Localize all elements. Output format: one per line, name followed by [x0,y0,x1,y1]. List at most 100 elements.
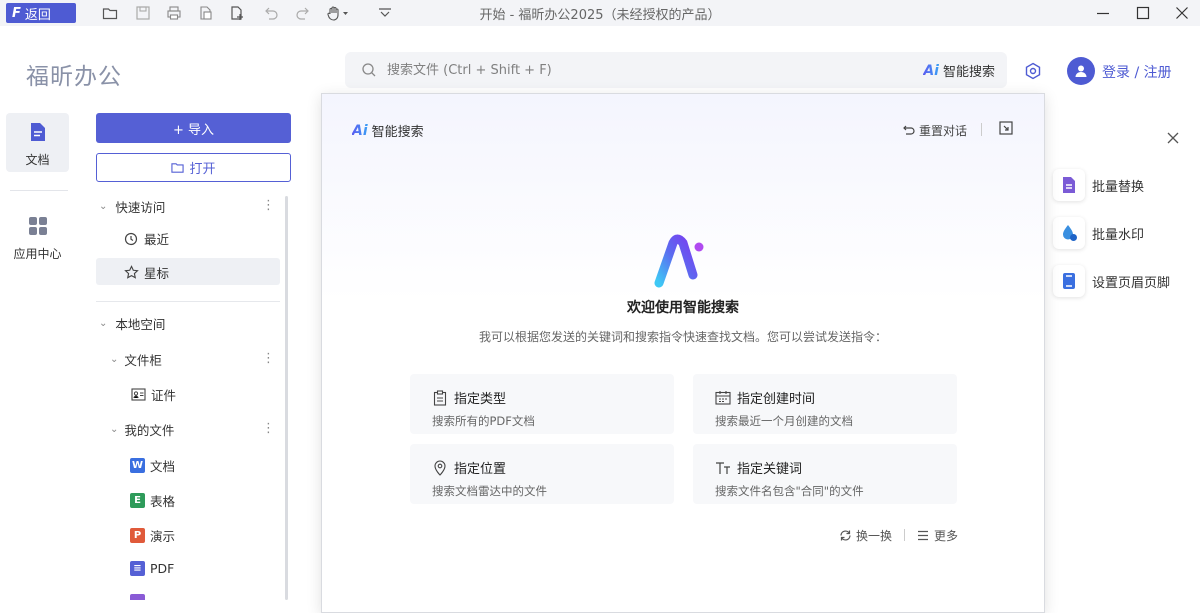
title-bar: F 返回 开始 - 福昕办公2025（未经授权的产品） [0,0,1200,26]
tool-header-footer[interactable]: 设置页眉页脚 [1053,265,1170,297]
id-card-icon [130,387,146,403]
my-files-header[interactable]: ⌄ 我的文件 [110,420,174,439]
more-options-icon[interactable]: ⋮ [262,422,275,435]
chevron-down-icon: ⌄ [99,318,108,329]
close-icon[interactable] [1171,2,1193,24]
chevron-down-icon: ⌄ [110,424,119,435]
hand-tool-icon[interactable] [326,5,350,21]
suggestion-desc: 搜索最近一个月创建的文档 [715,414,853,428]
sidebar-item-pdf[interactable]: ≡ PDF [130,561,174,576]
intro-text: 我可以根据您发送的关键词和搜索指令快速查找文档。您可以尝试发送指令： [478,330,887,344]
brand-title: 福昕办公 [26,64,122,90]
expand-panel-icon[interactable] [999,121,1013,139]
clock-icon [123,231,139,247]
text-type-icon [715,460,731,476]
smart-search-panel: Ai 智能搜索 重置对话 欢迎使用智能搜索 我可以根据您发送的关键词和搜索指令快… [321,93,1045,613]
sidebar-item-documents[interactable]: W 文档 [130,456,175,475]
sidebar-item-recent[interactable]: 最近 [123,229,169,248]
sidebar-item-starred-content[interactable]: 星标 [123,263,169,282]
new-file-icon[interactable] [229,5,245,21]
print-icon[interactable] [166,5,182,21]
sidebar-item-id-docs[interactable]: 证件 [130,385,176,404]
sidebar-item-label: 最近 [144,232,170,247]
undo-icon[interactable] [263,5,279,21]
quick-access-label: 快速访问 [115,200,166,215]
search-input[interactable] [387,60,907,80]
tool-batch-replace[interactable]: 批量替换 [1053,169,1144,201]
open-button[interactable]: 打开 [96,153,291,182]
search-box[interactable]: Ai 智能搜索 [345,52,1007,88]
panel-title: Ai 智能搜索 [352,121,424,141]
login-register-link[interactable]: 登录 / 注册 [1102,62,1172,82]
ai-brand-logo-icon [653,233,713,293]
file-cabinet-header[interactable]: ⌄ 文件柜 [110,350,162,369]
suggestion-title: 指定位置 [454,462,507,477]
panel-title-label: 智能搜索 [371,125,424,140]
suggestion-title: 指定类型 [454,392,507,407]
tool-batch-watermark[interactable]: 批量水印 [1053,217,1144,249]
avatar[interactable] [1067,57,1095,85]
local-space-header[interactable]: ⌄ 本地空间 [99,314,165,333]
reset-conversation-button[interactable]: 重置对话 [901,122,967,139]
more-suggestions-button[interactable]: 更多 [917,527,958,544]
sidebar-scrollbar[interactable] [285,196,288,600]
ai-logo-icon: Ai [352,122,368,139]
sidebar-item-label: 证件 [151,388,177,403]
sidebar-item-label: PDF [150,561,175,576]
copy-file-icon[interactable] [198,5,214,21]
reset-icon [901,125,915,137]
sidebar-item-label: 星标 [144,266,170,281]
suggestion-title: 指定创建时间 [737,392,816,407]
tool-label: 批量替换 [1092,179,1145,195]
spreadsheet-icon: E [130,493,145,508]
redo-icon[interactable] [295,5,311,21]
my-files-label: 我的文件 [124,423,175,438]
smart-search-label: 智能搜索 [942,65,995,80]
quick-access-header[interactable]: ⌄ 快速访问 [99,197,165,216]
smart-search-button[interactable]: Ai 智能搜索 [923,61,995,81]
back-button[interactable]: F 返回 [6,3,76,23]
suggestion-card-type[interactable]: 指定类型 搜索所有的PDF文档 [410,374,674,434]
panel-header-divider [981,123,982,136]
save-icon[interactable] [135,5,151,21]
ai-logo-icon: Ai [923,62,939,79]
suggestion-card-location[interactable]: 指定位置 搜索文档雷达中的文件 [410,444,674,504]
more-options-icon[interactable]: ⋮ [262,199,275,212]
refresh-icon [839,529,852,542]
apps-grid-icon [28,216,48,240]
maximize-icon[interactable] [1132,2,1154,24]
more-options-icon[interactable]: ⋮ [262,352,275,365]
suggestion-card-created-time[interactable]: 指定创建时间 搜索最近一个月创建的文档 [693,374,957,434]
rail-item-label: 文档 [25,153,50,167]
chevron-down-icon: ⌄ [99,201,108,212]
sidebar-item-presentations[interactable]: P 演示 [130,526,175,545]
customize-toolbar-icon[interactable] [377,5,393,21]
suggestion-desc: 搜索所有的PDF文档 [432,414,535,428]
import-button[interactable]: + 导入 [96,113,291,143]
rail-item-documents[interactable]: 文档 [6,113,69,172]
suggestion-card-keyword[interactable]: 指定关键词 搜索文件名包含"合同"的文件 [693,444,957,504]
suggestion-desc: 搜索文件名包含"合同"的文件 [715,484,864,498]
sidebar-item-label: 表格 [150,494,176,509]
file-cabinet-label: 文件柜 [124,353,162,368]
minimize-icon[interactable] [1092,2,1114,24]
tool-label: 设置页眉页脚 [1092,275,1171,291]
document-icon [29,122,47,146]
settings-icon[interactable] [1024,62,1042,84]
sidebar-item-spreadsheets[interactable]: E 表格 [130,491,175,510]
close-panel-icon[interactable] [1166,131,1180,149]
open-button-label: 打开 [189,162,216,177]
sidebar-item-label: 演示 [150,529,176,544]
search-icon [361,62,377,82]
location-pin-icon [432,460,448,476]
word-doc-icon: W [130,458,145,473]
refresh-suggestions-button[interactable]: 换一换 [839,527,892,544]
suggestion-title: 指定关键词 [737,462,803,477]
open-folder-icon[interactable] [102,5,118,21]
tool-label: 批量水印 [1092,227,1145,243]
partial-file-type-icon [130,594,145,600]
reset-label: 重置对话 [919,124,968,138]
rail-item-app-center[interactable]: 应用中心 [6,210,69,266]
header-footer-icon [1053,265,1085,297]
suggestion-desc: 搜索文档雷达中的文件 [432,484,547,498]
